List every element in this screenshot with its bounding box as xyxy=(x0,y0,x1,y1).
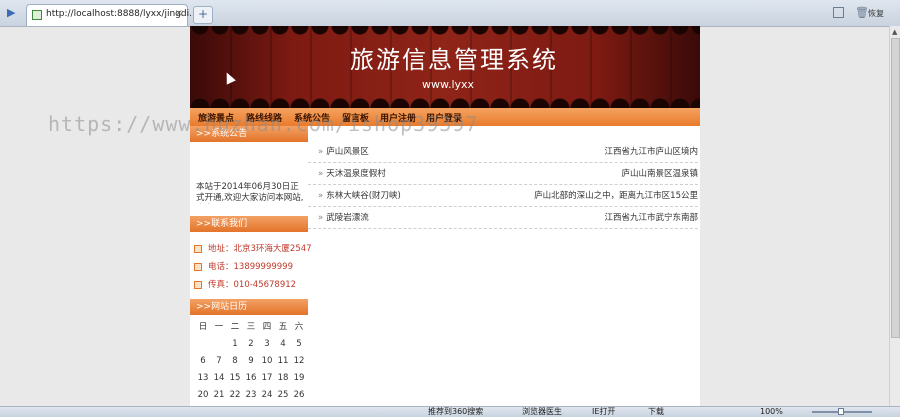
spot-name[interactable]: 东林大峡谷(财刀峡) xyxy=(318,189,401,201)
calendar-day[interactable]: 14 xyxy=(212,373,226,383)
zoom-slider-knob[interactable] xyxy=(838,408,844,415)
spot-location: 庐山山南景区温泉镇 xyxy=(621,169,698,179)
square-bullet-icon xyxy=(194,262,202,271)
page-favicon-icon xyxy=(32,10,42,20)
window-restore-icon[interactable] xyxy=(833,7,844,18)
calendar-weekday: 六 xyxy=(294,322,304,332)
contact-fax: 传真：010-45678912 xyxy=(194,278,296,290)
calendar-day[interactable]: 20 xyxy=(196,390,210,400)
contact-heading: >>联系我们 xyxy=(190,216,308,232)
contact-address: 地址：北京3环海大厦2547 xyxy=(194,242,312,254)
calendar-day[interactable]: 25 xyxy=(276,390,290,400)
calendar-heading: >>网站日历 xyxy=(190,299,308,315)
calendar-day[interactable]: 10 xyxy=(260,356,274,366)
new-tab-button[interactable]: + xyxy=(193,6,213,24)
calendar-day[interactable]: 16 xyxy=(244,373,258,383)
calendar-day[interactable]: 2 xyxy=(244,339,258,349)
calendar-day[interactable]: 19 xyxy=(292,373,306,383)
trash-icon[interactable]: 🗑 xyxy=(855,6,869,19)
list-item[interactable]: 天沐温泉度假村 庐山山南景区温泉镇 xyxy=(308,162,698,185)
calendar-weekday: 四 xyxy=(262,322,272,332)
browser-tab[interactable]: http://localhost:8888/lyxx/jingdi... × xyxy=(26,4,198,26)
list-item[interactable]: 庐山风景区 江西省九江市庐山区境内 xyxy=(308,140,698,163)
list-item[interactable]: 武陵岩漂流 江西省九江市武宁东南部 xyxy=(308,206,698,229)
browser-tab-bar: ▶ http://localhost:8888/lyxx/jingdi... ×… xyxy=(0,0,900,27)
calendar-day[interactable]: 12 xyxy=(292,356,306,366)
calendar-day[interactable]: 8 xyxy=(228,356,242,366)
calendar-day[interactable]: 6 xyxy=(196,356,210,366)
restore-label[interactable]: 恢复 xyxy=(868,8,884,19)
spot-name[interactable]: 庐山风景区 xyxy=(318,145,369,157)
spot-location: 江西省九江市武宁东南部 xyxy=(604,213,698,223)
calendar-day[interactable]: 7 xyxy=(212,356,226,366)
calendar-day[interactable]: 23 xyxy=(244,390,258,400)
site-subtitle: www.lyxx xyxy=(422,78,475,91)
spot-location: 江西省九江市庐山区境内 xyxy=(604,147,698,157)
watermark-text: https://www.huzhan.com/ishop39397 xyxy=(48,112,479,136)
banner-scallop-top xyxy=(190,26,700,36)
calendar-day[interactable]: 22 xyxy=(228,390,242,400)
square-bullet-icon xyxy=(194,280,202,289)
square-bullet-icon xyxy=(194,244,202,253)
close-tab-icon[interactable]: × xyxy=(175,8,183,19)
calendar-day[interactable]: 24 xyxy=(260,390,274,400)
calendar-day[interactable]: 3 xyxy=(260,339,274,349)
spot-name[interactable]: 武陵岩漂流 xyxy=(318,211,369,223)
calendar-day[interactable]: 18 xyxy=(276,373,290,383)
calendar-day[interactable]: 13 xyxy=(196,373,210,383)
calendar-day[interactable]: 4 xyxy=(276,339,290,349)
calendar-day[interactable]: 15 xyxy=(228,373,242,383)
contact-phone: 电话：13899999999 xyxy=(194,260,293,272)
spot-name[interactable]: 天沐温泉度假村 xyxy=(318,167,386,179)
calendar-day[interactable]: 21 xyxy=(212,390,226,400)
web-page: 旅游信息管理系统 www.lyxx 旅游景点 路线线路 系统公告 留言板 用户注… xyxy=(190,26,700,417)
scrollbar-thumb[interactable] xyxy=(891,38,900,338)
calendar-day[interactable]: 1 xyxy=(228,339,242,349)
sidebar-toggle-icon[interactable]: ▶ xyxy=(7,7,19,19)
calendar-day[interactable]: 17 xyxy=(260,373,274,383)
calendar-weekday: 一 xyxy=(214,322,224,332)
calendar-day[interactable]: 11 xyxy=(276,356,290,366)
status-bar: 推荐到360搜索 浏览器医生 IE打开 下载 100% xyxy=(0,406,900,417)
calendar-weekday: 日 xyxy=(198,322,208,332)
site-title: 旅游信息管理系统 xyxy=(350,46,558,74)
list-item[interactable]: 东林大峡谷(财刀峡) 庐山北部的深山之中，距离九江市区15公里 xyxy=(308,184,698,207)
vertical-scrollbar[interactable]: ▲ xyxy=(889,26,900,406)
calendar-day[interactable]: 9 xyxy=(244,356,258,366)
sidebar: >>系统公告 本站于2014年06月30日正式开通,欢迎大家访问本网站,本本 >… xyxy=(190,126,312,417)
scroll-up-icon[interactable]: ▲ xyxy=(892,28,897,36)
calendar-day[interactable]: 5 xyxy=(292,339,306,349)
calendar-weekday: 二 xyxy=(230,322,240,332)
calendar-day[interactable]: 26 xyxy=(292,390,306,400)
calendar-weekday: 三 xyxy=(246,322,256,332)
notice-text[interactable]: 本站于2014年06月30日正式开通,欢迎大家访问本网站,本本 xyxy=(196,182,304,204)
site-banner: 旅游信息管理系统 www.lyxx xyxy=(190,26,700,108)
calendar-weekday: 五 xyxy=(278,322,288,332)
banner-scallop-bottom xyxy=(190,94,700,108)
spot-location: 庐山北部的深山之中，距离九江市区15公里 xyxy=(534,191,698,201)
